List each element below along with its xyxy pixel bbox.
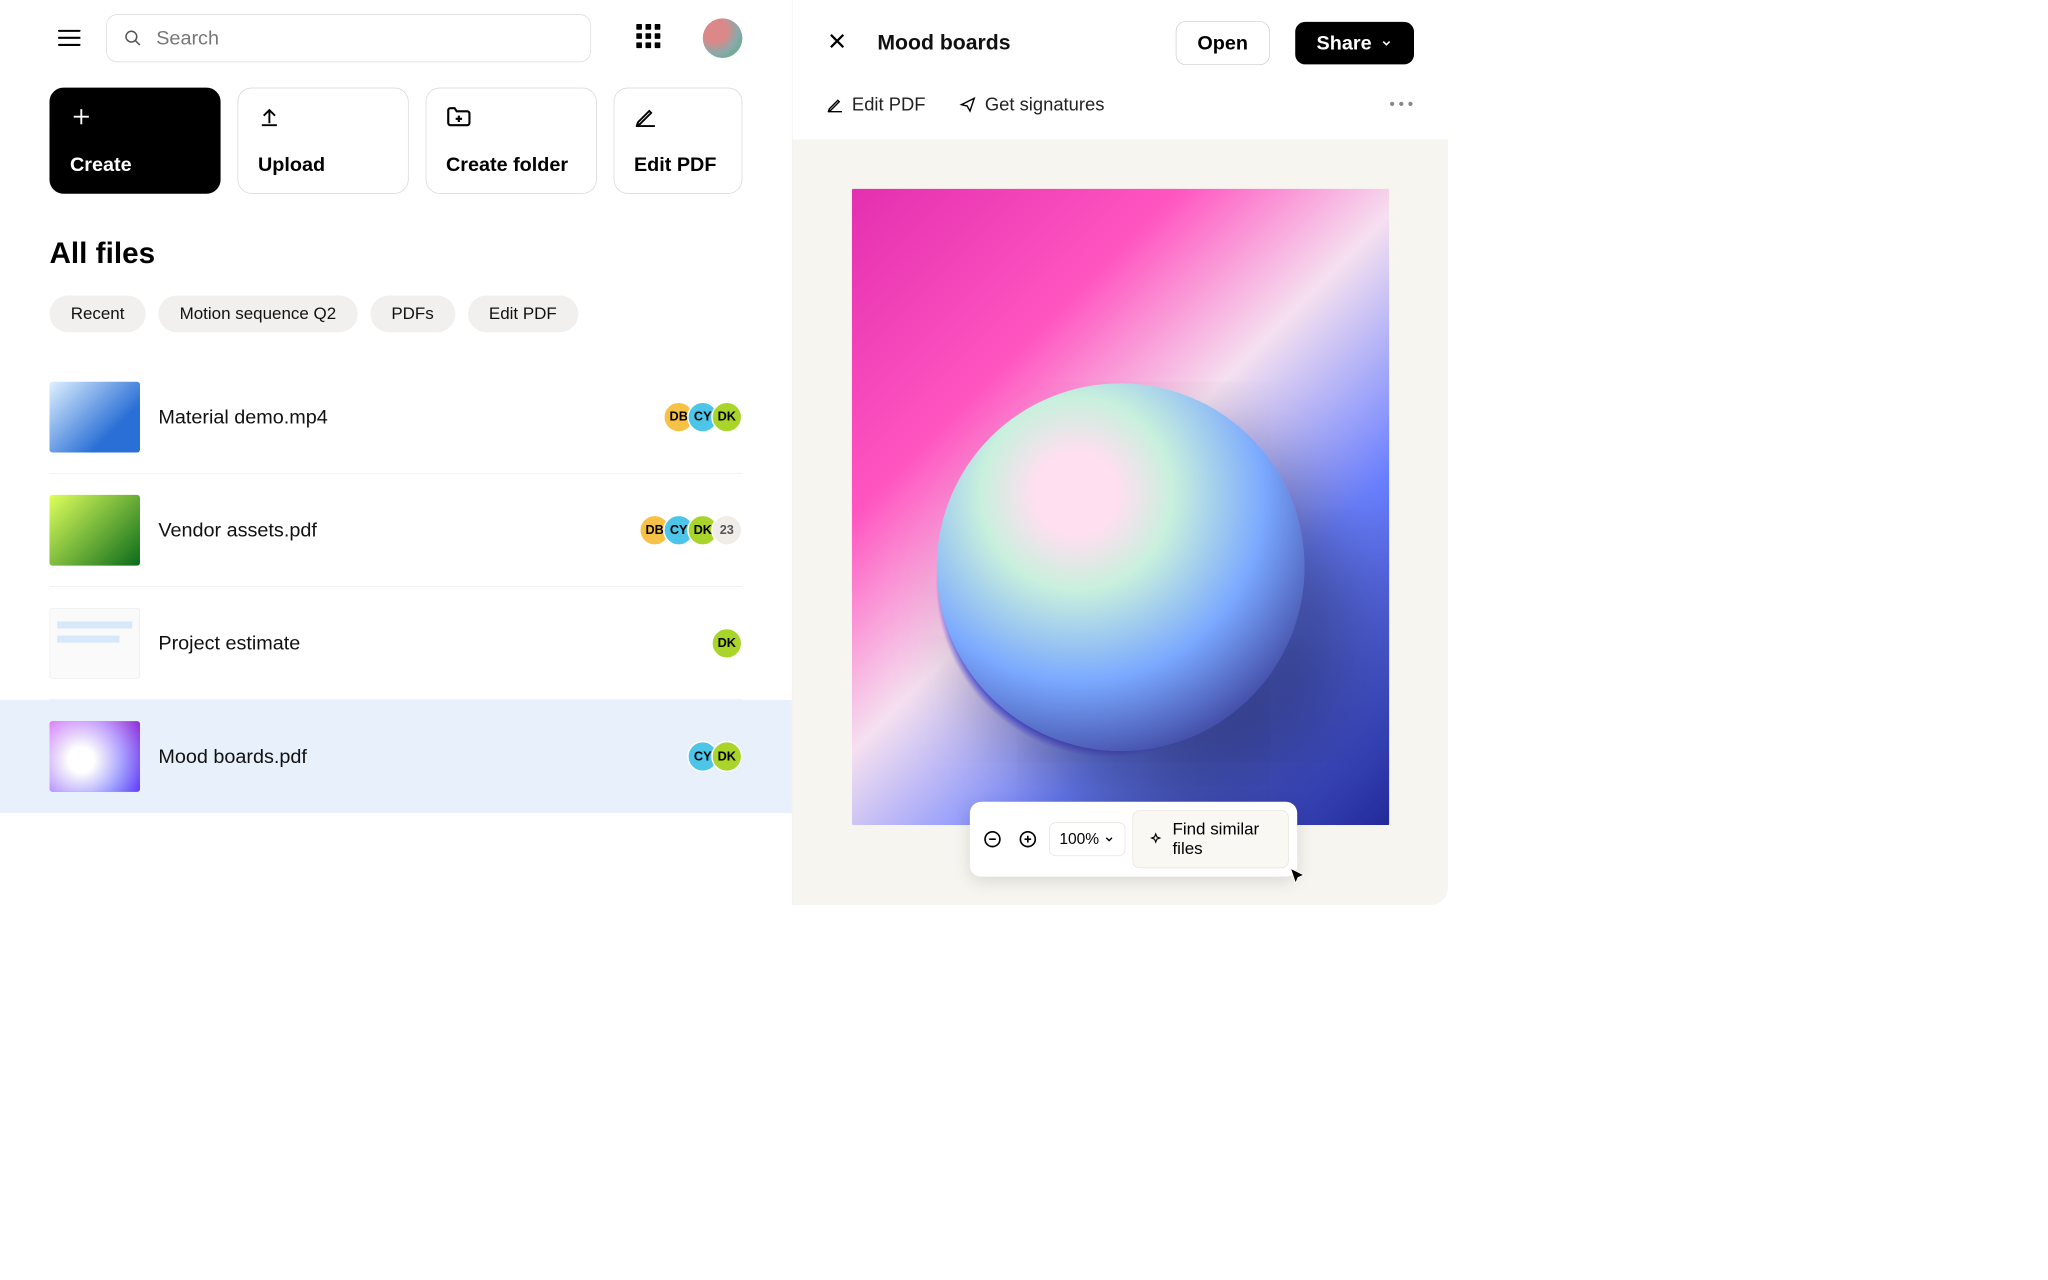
create-folder-label: Create folder bbox=[446, 153, 576, 176]
chevron-down-icon bbox=[1103, 834, 1114, 845]
file-name: Mood boards.pdf bbox=[158, 745, 668, 768]
chip-pdfs[interactable]: PDFs bbox=[370, 296, 455, 333]
file-row[interactable]: Material demo.mp4 DBCYDK bbox=[49, 361, 742, 474]
edit-pdf-button[interactable]: Edit PDF bbox=[613, 88, 742, 194]
zoom-level-select[interactable]: 100% bbox=[1049, 822, 1126, 856]
file-row[interactable]: Mood boards.pdf CYDK bbox=[0, 700, 792, 813]
get-signatures-tool[interactable]: Get signatures bbox=[959, 93, 1104, 115]
more-horizontal-icon bbox=[1389, 100, 1414, 107]
member-badge: DK bbox=[711, 741, 742, 772]
chip-edit-pdf[interactable]: Edit PDF bbox=[468, 296, 578, 333]
file-name: Project estimate bbox=[158, 632, 692, 655]
member-badge: DK bbox=[711, 627, 742, 658]
shared-avatars: DK bbox=[711, 627, 742, 658]
file-row[interactable]: Vendor assets.pdf DBCYDK23 bbox=[49, 474, 742, 587]
create-folder-button[interactable]: Create folder bbox=[425, 88, 596, 194]
get-signatures-label: Get signatures bbox=[985, 93, 1105, 115]
create-button[interactable]: Create bbox=[49, 88, 220, 194]
create-label: Create bbox=[70, 153, 200, 176]
shared-avatars: DBCYDK bbox=[663, 401, 742, 432]
zoom-out-button[interactable] bbox=[978, 822, 1006, 856]
chip-recent[interactable]: Recent bbox=[49, 296, 145, 333]
search-field[interactable] bbox=[106, 14, 591, 62]
upload-button[interactable]: Upload bbox=[237, 88, 408, 194]
apps-grid-icon[interactable] bbox=[636, 24, 664, 52]
search-input[interactable] bbox=[156, 27, 573, 50]
preview-image bbox=[852, 189, 1389, 825]
zoom-in-button[interactable] bbox=[1013, 822, 1041, 856]
more-options-button[interactable] bbox=[1389, 98, 1414, 111]
member-badge: DK bbox=[711, 401, 742, 432]
file-name: Vendor assets.pdf bbox=[158, 519, 620, 542]
close-preview-button[interactable] bbox=[826, 30, 851, 55]
edit-pdf-tool[interactable]: Edit PDF bbox=[826, 93, 925, 115]
share-button[interactable]: Share bbox=[1295, 22, 1414, 64]
file-name: Material demo.mp4 bbox=[158, 405, 644, 428]
file-thumbnail bbox=[49, 721, 139, 792]
zoom-in-icon bbox=[1018, 829, 1038, 849]
edit-pdf-tool-label: Edit PDF bbox=[852, 93, 926, 115]
search-icon bbox=[124, 28, 142, 48]
avatar[interactable] bbox=[703, 18, 743, 58]
shared-avatars: DBCYDK23 bbox=[639, 514, 742, 545]
hamburger-icon bbox=[58, 30, 81, 47]
find-similar-label: Find similar files bbox=[1172, 819, 1272, 859]
share-label: Share bbox=[1317, 32, 1372, 55]
chip-motion-sequence[interactable]: Motion sequence Q2 bbox=[158, 296, 357, 333]
find-similar-button[interactable]: Find similar files bbox=[1132, 810, 1288, 868]
preview-controls: 100% Find similar files bbox=[970, 802, 1298, 877]
pencil-icon bbox=[826, 96, 843, 113]
file-thumbnail bbox=[49, 608, 139, 679]
preview-title: Mood boards bbox=[877, 31, 1150, 55]
file-thumbnail bbox=[49, 381, 139, 452]
zoom-out-icon bbox=[982, 829, 1002, 849]
chevron-down-icon bbox=[1380, 37, 1393, 50]
hamburger-menu[interactable] bbox=[49, 18, 89, 58]
edit-pdf-label: Edit PDF bbox=[634, 153, 722, 176]
send-icon bbox=[959, 96, 976, 113]
sparkle-icon bbox=[1149, 831, 1163, 848]
file-row[interactable]: Project estimate DK bbox=[49, 587, 742, 700]
open-button[interactable]: Open bbox=[1175, 21, 1269, 65]
upload-label: Upload bbox=[258, 153, 388, 176]
file-thumbnail bbox=[49, 495, 139, 566]
cursor-icon bbox=[1287, 867, 1307, 887]
upload-icon bbox=[258, 105, 281, 128]
zoom-level-value: 100% bbox=[1059, 830, 1099, 848]
shared-avatars: CYDK bbox=[687, 741, 742, 772]
section-title: All files bbox=[0, 194, 792, 270]
pencil-icon bbox=[634, 105, 657, 128]
folder-plus-icon bbox=[446, 105, 471, 128]
close-icon bbox=[826, 30, 847, 51]
plus-icon bbox=[70, 105, 93, 128]
member-overflow-badge: 23 bbox=[711, 514, 742, 545]
preview-area: 100% Find similar files bbox=[793, 139, 1448, 905]
